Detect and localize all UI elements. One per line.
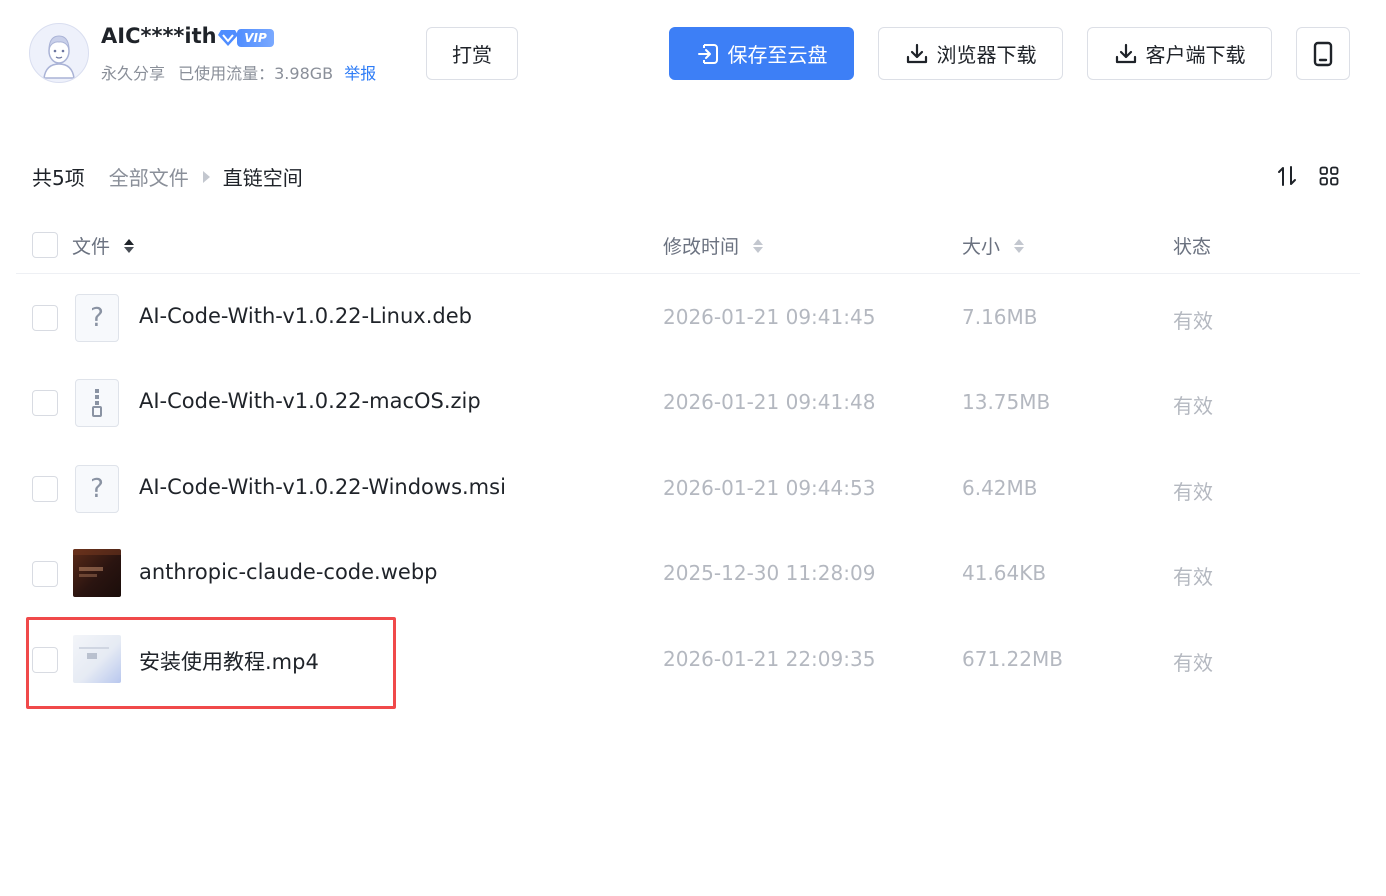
unknown-file-icon: ? [75,465,119,513]
mobile-icon [1313,41,1333,66]
save-to-cloud-icon [697,43,718,64]
breadcrumb-current: 直链空间 [222,166,303,190]
select-all-checkbox[interactable] [32,232,58,258]
header-time-label: 修改时间 [663,236,740,258]
file-status: 有效 [1173,651,1213,675]
row-checkbox[interactable] [32,561,58,587]
item-count: 共5项 [32,166,85,190]
file-status: 有效 [1173,480,1213,504]
save-to-cloud-button[interactable]: 保存至云盘 [669,27,854,80]
sort-arrows-icon [124,238,135,253]
breadcrumb: 共5项 全部文件 直链空间 [32,162,303,191]
file-size: 671.22MB [962,647,1063,671]
image-thumbnail [73,549,121,597]
grid-icon [1319,166,1339,186]
table-row[interactable]: AI-Code-With-v1.0.22-macOS.zip 2026-01-2… [16,360,1360,445]
share-type: 永久分享 [101,64,166,83]
header-time[interactable]: 修改时间 [663,232,764,259]
file-size: 6.42MB [962,476,1038,500]
row-checkbox[interactable] [32,476,58,502]
client-download-button[interactable]: 客户端下载 [1087,27,1272,80]
file-name[interactable]: 安装使用教程.mp4 [139,646,319,676]
sort-order-button[interactable] [1276,165,1298,187]
browser-download-label: 浏览器下载 [936,43,1037,67]
download-icon [1115,43,1136,63]
mobile-view-button[interactable] [1296,27,1350,80]
file-name[interactable]: AI-Code-With-v1.0.22-Windows.msi [139,475,506,499]
user-name: AIC****ith [101,24,217,48]
traffic-value: 3.98GB [274,64,334,83]
tip-button[interactable]: 打赏 [426,27,518,80]
file-size: 13.75MB [962,390,1051,414]
file-name[interactable]: anthropic-claude-code.webp [139,560,438,584]
row-checkbox[interactable] [32,305,58,331]
vip-badge: VIP [217,27,275,49]
sort-arrows-icon [1014,238,1025,253]
diamond-icon [218,30,238,46]
header-size[interactable]: 大小 [962,232,1025,259]
save-label: 保存至云盘 [727,43,828,67]
modified-time: 2026-01-21 09:41:45 [663,305,876,329]
file-status: 有效 [1173,565,1213,589]
user-avatar-icon [31,25,87,81]
modified-time: 2026-01-21 22:09:35 [663,647,876,671]
table-row[interactable]: anthropic-claude-code.webp 2025-12-30 11… [16,531,1360,616]
unknown-file-icon: ? [75,294,119,342]
video-thumbnail [73,635,121,683]
client-download-label: 客户端下载 [1145,43,1246,67]
file-status: 有效 [1173,394,1213,418]
browser-download-button[interactable]: 浏览器下载 [878,27,1063,80]
modified-time: 2025-12-30 11:28:09 [663,561,876,585]
share-meta: 永久分享 已使用流量：3.98GB 举报 [101,60,376,84]
row-checkbox[interactable] [32,390,58,416]
breadcrumb-all-files[interactable]: 全部文件 [109,162,189,191]
chevron-right-icon [201,165,211,189]
sort-icon [1278,166,1296,186]
file-name[interactable]: AI-Code-With-v1.0.22-Linux.deb [139,304,472,328]
share-page: AIC****ith VIP 永久分享 已使用流量：3.98GB 举报 打赏 保… [0,0,1386,896]
modified-time: 2026-01-21 09:44:53 [663,476,876,500]
row-checkbox[interactable] [32,647,58,673]
file-size: 41.64KB [962,561,1047,585]
header-size-label: 大小 [962,236,1001,258]
tip-label: 打赏 [452,43,492,67]
modified-time: 2026-01-21 09:41:48 [663,390,876,414]
traffic-label: 已使用流量： [178,64,275,83]
header-status-label: 状态 [1173,236,1212,258]
file-name[interactable]: AI-Code-With-v1.0.22-macOS.zip [139,389,481,413]
avatar[interactable] [29,23,89,83]
table-row[interactable]: ? AI-Code-With-v1.0.22-Windows.msi 2026-… [16,446,1360,531]
header-status: 状态 [1173,232,1211,259]
header-file-label: 文件 [72,236,111,258]
report-link[interactable]: 举报 [344,64,376,83]
grid-view-button[interactable] [1319,166,1339,186]
header-file[interactable]: 文件 [72,232,135,259]
sort-arrows-icon [753,238,764,253]
file-status: 有效 [1173,309,1213,333]
vip-label: VIP [237,29,274,47]
table-row[interactable]: 安装使用教程.mp4 2026-01-21 22:09:35 671.22MB … [16,617,1360,702]
zip-file-icon [75,379,119,427]
table-header: 文件 修改时间 大小 状态 [16,218,1360,274]
download-icon [906,43,927,63]
table-row[interactable]: ? AI-Code-With-v1.0.22-Linux.deb 2026-01… [16,275,1360,360]
file-size: 7.16MB [962,305,1038,329]
